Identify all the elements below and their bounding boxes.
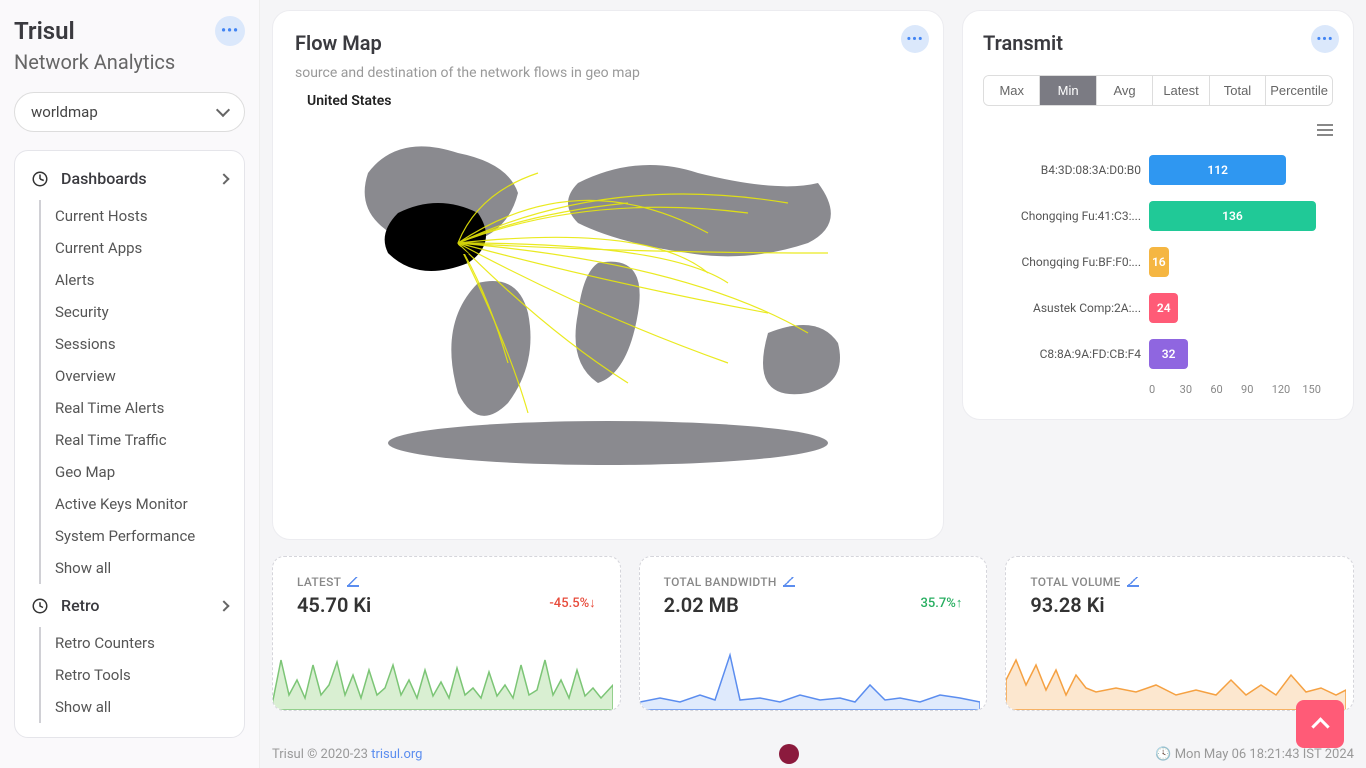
- sidebar: Trisul ••• Network Analytics worldmap Da…: [0, 0, 260, 768]
- sidebar-item[interactable]: Current Hosts: [41, 200, 244, 232]
- bar-row: Chongqing Fu:41:C3:...136: [983, 193, 1333, 239]
- bar-fill[interactable]: 24: [1149, 293, 1178, 323]
- stat-change: 35.7%↑: [920, 595, 962, 611]
- card-more-button[interactable]: •••: [901, 25, 929, 53]
- bar-fill[interactable]: 136: [1149, 201, 1316, 231]
- sidebar-item[interactable]: Retro Counters: [41, 627, 244, 659]
- sparkline: [273, 640, 613, 710]
- context-selector-value: worldmap: [31, 103, 98, 121]
- stat-value: 93.28 Ki: [1030, 593, 1138, 617]
- footer-copyright: Trisul © 2020-23 trisul.org: [272, 747, 423, 762]
- footer-timestamp: 🕓 Mon May 06 18:21:43 IST 2024: [1155, 747, 1354, 762]
- bar-label: Asustek Comp:2A:...: [983, 301, 1149, 315]
- transmit-title: Transmit: [983, 31, 1333, 55]
- bar-label: Chongqing Fu:BF:F0:...: [983, 255, 1149, 269]
- main-content: ••• Flow Map source and destination of t…: [260, 0, 1366, 768]
- sidebar-item[interactable]: Overview: [41, 360, 244, 392]
- bar-fill[interactable]: 16: [1149, 247, 1169, 277]
- stat-title: LATEST: [297, 575, 371, 589]
- tab-total[interactable]: Total: [1210, 76, 1266, 105]
- sidebar-item[interactable]: Alerts: [41, 264, 244, 296]
- flow-map-region-label: United States: [307, 93, 921, 109]
- flow-map-subtitle: source and destination of the network fl…: [295, 65, 921, 81]
- sidebar-item[interactable]: Retro Tools: [41, 659, 244, 691]
- sparkline: [640, 640, 980, 710]
- stat-card-latest: LATEST 45.70 Ki -45.5%↓: [272, 556, 621, 711]
- sidebar-item[interactable]: Active Keys Monitor: [41, 488, 244, 520]
- tab-max[interactable]: Max: [984, 76, 1040, 105]
- sidebar-item[interactable]: Show all: [41, 691, 244, 723]
- scroll-top-button[interactable]: [1296, 700, 1344, 748]
- nav-section-dashboards[interactable]: Dashboards: [15, 161, 244, 196]
- footer-logo-icon: [779, 744, 799, 764]
- chart-menu-icon[interactable]: [1317, 129, 1333, 131]
- brand-menu-button[interactable]: •••: [215, 16, 245, 46]
- tab-avg[interactable]: Avg: [1097, 76, 1153, 105]
- card-more-button[interactable]: •••: [1311, 25, 1339, 53]
- sidebar-item[interactable]: Real Time Traffic: [41, 424, 244, 456]
- chevron-down-icon: [216, 103, 230, 117]
- nav-section-label: Retro: [61, 596, 100, 615]
- sidebar-item[interactable]: Security: [41, 296, 244, 328]
- bar-fill[interactable]: 32: [1149, 339, 1188, 369]
- stat-value: 45.70 Ki: [297, 593, 371, 617]
- sidebar-item[interactable]: Geo Map: [41, 456, 244, 488]
- brand-subtitle: Network Analytics: [14, 50, 245, 74]
- tab-percentile[interactable]: Percentile: [1266, 76, 1332, 105]
- bar-fill[interactable]: 112: [1149, 155, 1286, 185]
- footer: Trisul © 2020-23 trisul.org 🕓 Mon May 06…: [272, 740, 1354, 768]
- stat-title: TOTAL VOLUME: [1030, 575, 1138, 589]
- bar-label: Chongqing Fu:41:C3:...: [983, 209, 1149, 223]
- chart-line-icon: [347, 577, 359, 587]
- nav-section-retro[interactable]: Retro: [15, 588, 244, 623]
- context-selector[interactable]: worldmap: [14, 92, 245, 132]
- nav-section-label: Dashboards: [61, 169, 147, 188]
- dashboard-icon: [31, 170, 49, 188]
- clock-icon: [31, 597, 49, 615]
- world-map[interactable]: [295, 113, 921, 473]
- flow-map-title: Flow Map: [295, 31, 921, 55]
- bar-row: C8:8A:9A:FD:CB:F432: [983, 331, 1333, 377]
- sparkline: [1006, 640, 1346, 710]
- bar-label: B4:3D:08:3A:D0:B0: [983, 163, 1149, 177]
- chart-line-icon: [783, 577, 795, 587]
- bar-row: B4:3D:08:3A:D0:B0112: [983, 147, 1333, 193]
- stat-card-volume: TOTAL VOLUME 93.28 Ki: [1005, 556, 1354, 711]
- transmit-bar-chart: B4:3D:08:3A:D0:B0112Chongqing Fu:41:C3:.…: [983, 147, 1333, 407]
- stat-card-bandwidth: TOTAL BANDWIDTH 2.02 MB 35.7%↑: [639, 556, 988, 711]
- bar-row: Chongqing Fu:BF:F0:...16: [983, 239, 1333, 285]
- bar-label: C8:8A:9A:FD:CB:F4: [983, 347, 1149, 361]
- chevron-right-icon: [218, 600, 229, 611]
- bar-row: Asustek Comp:2A:...24: [983, 285, 1333, 331]
- transmit-card: ••• Transmit MaxMinAvgLatestTotalPercent…: [962, 10, 1354, 420]
- sidebar-item[interactable]: System Performance: [41, 520, 244, 552]
- tab-latest[interactable]: Latest: [1153, 76, 1209, 105]
- stat-change: -45.5%↓: [549, 595, 595, 611]
- transmit-tabs: MaxMinAvgLatestTotalPercentile: [983, 75, 1333, 106]
- sidebar-item[interactable]: Show all: [41, 552, 244, 584]
- sidebar-item[interactable]: Real Time Alerts: [41, 392, 244, 424]
- chevron-right-icon: [218, 173, 229, 184]
- sidebar-item[interactable]: Sessions: [41, 328, 244, 360]
- nav-card: Dashboards Current HostsCurrent AppsAler…: [14, 150, 245, 738]
- sidebar-item[interactable]: Current Apps: [41, 232, 244, 264]
- stat-value: 2.02 MB: [664, 593, 795, 617]
- chart-line-icon: [1127, 577, 1139, 587]
- stat-title: TOTAL BANDWIDTH: [664, 575, 795, 589]
- footer-link[interactable]: trisul.org: [371, 747, 422, 762]
- brand-title: Trisul: [14, 17, 75, 45]
- tab-min[interactable]: Min: [1040, 76, 1096, 105]
- flow-map-card: ••• Flow Map source and destination of t…: [272, 10, 944, 540]
